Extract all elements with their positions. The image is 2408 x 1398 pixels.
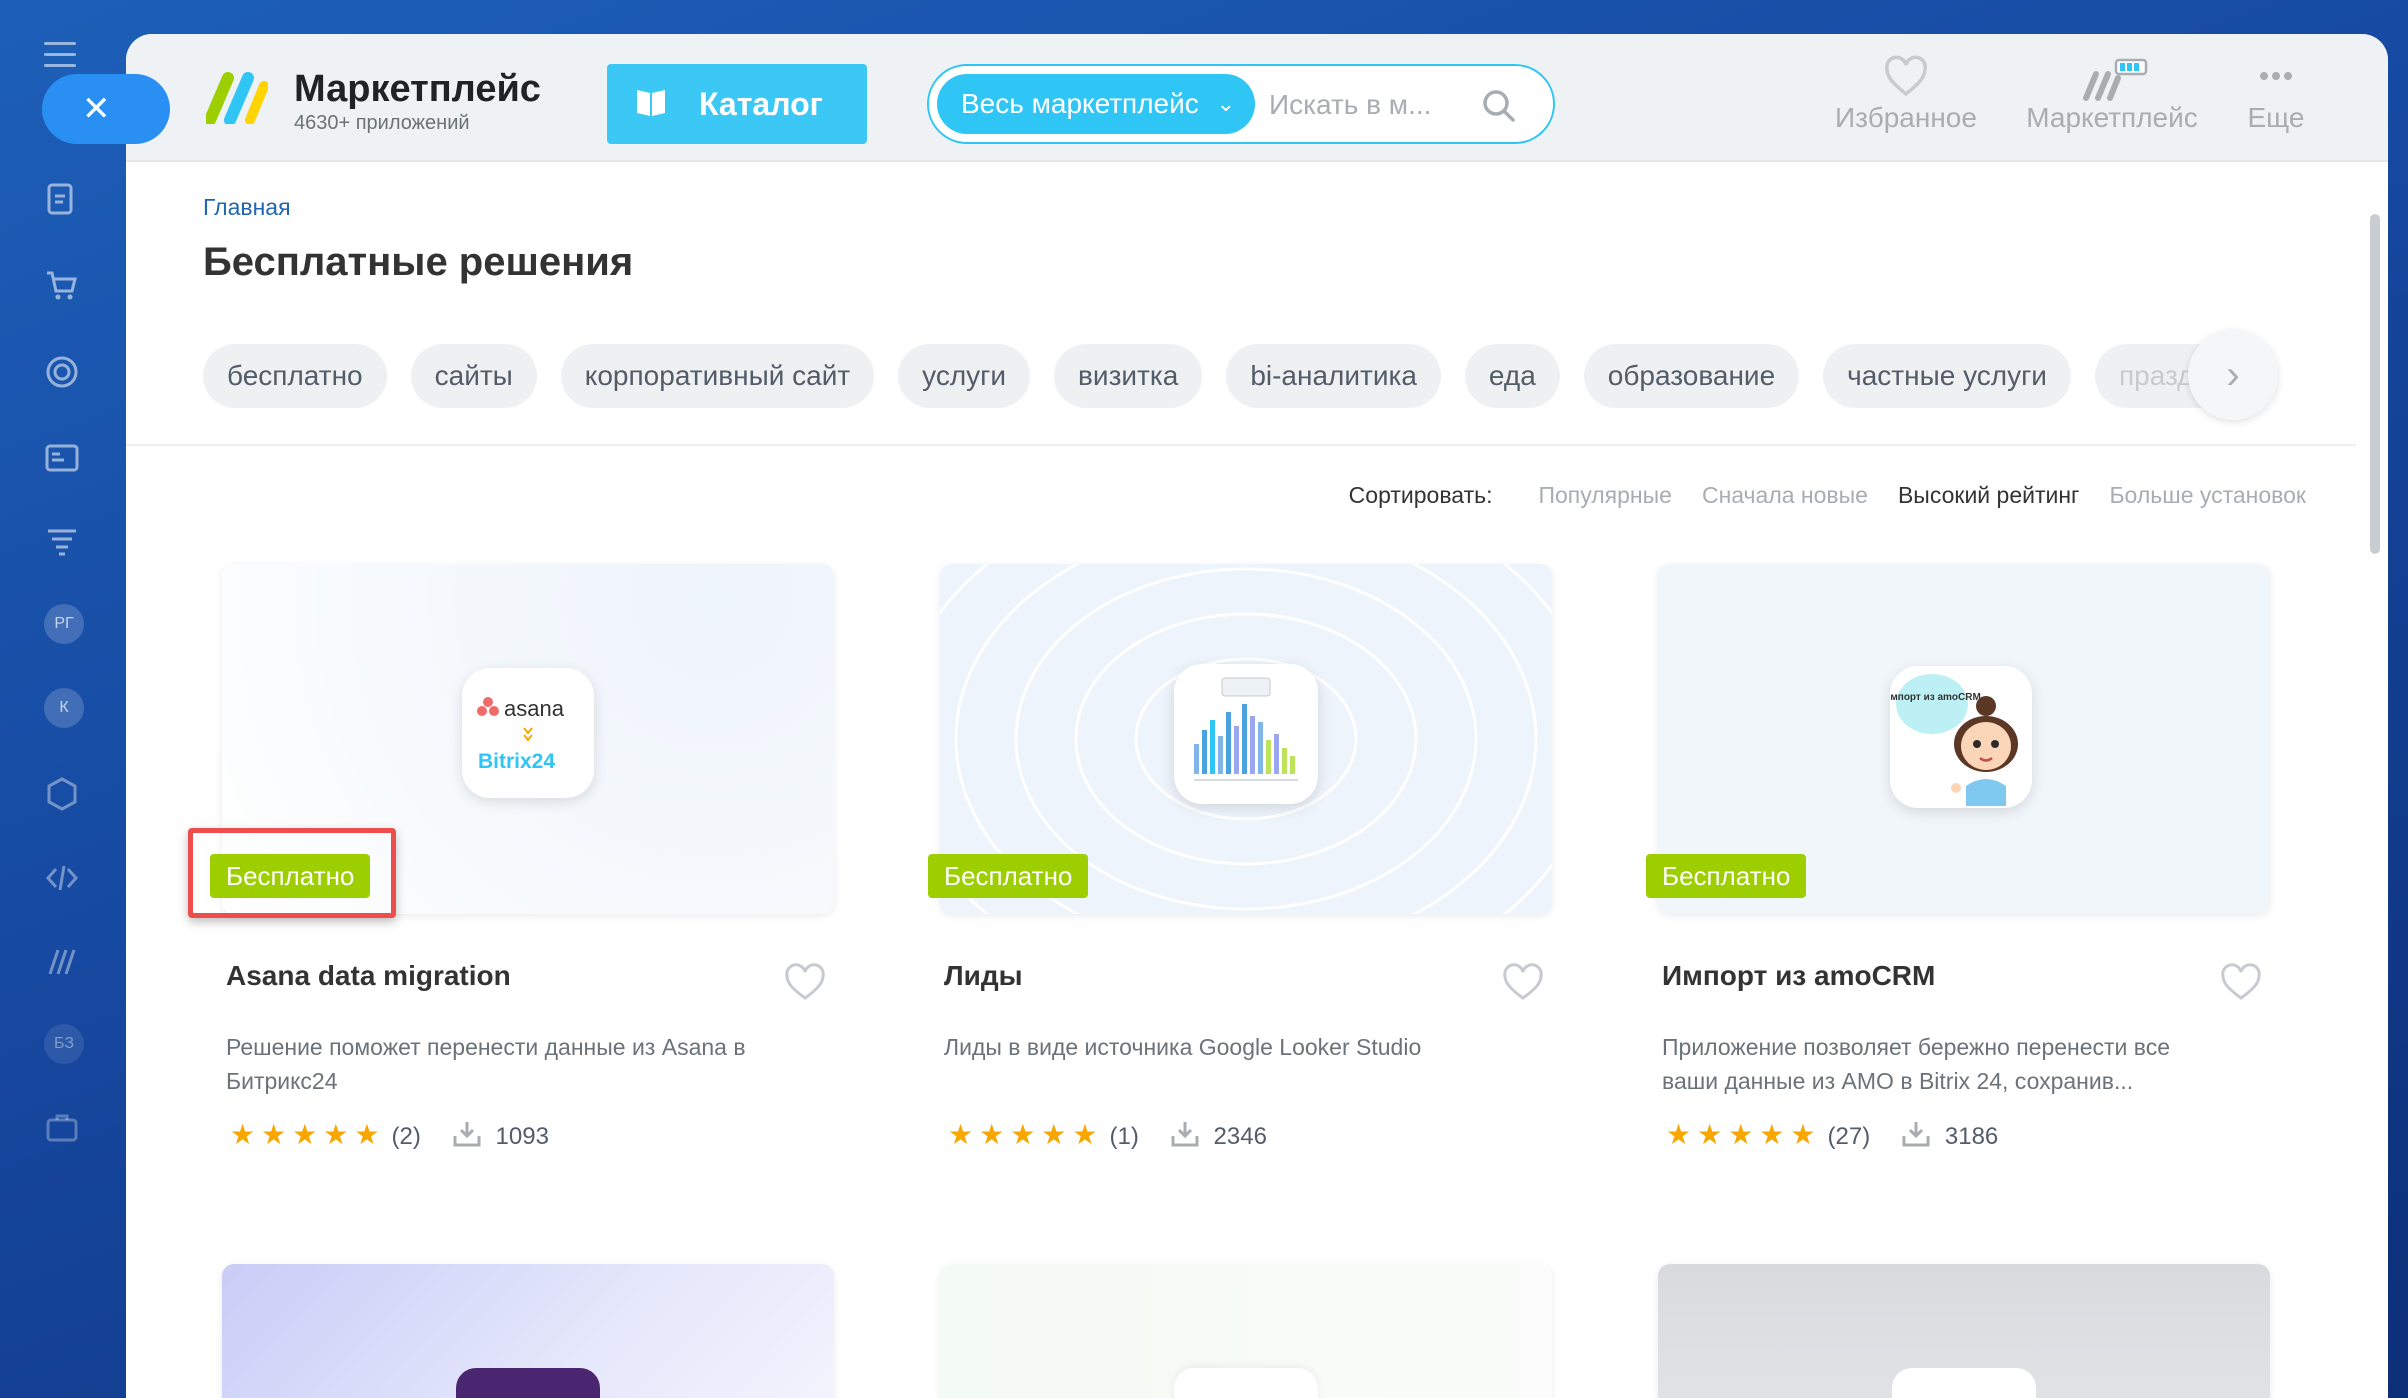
book-icon xyxy=(637,90,665,116)
free-badge: Бесплатно xyxy=(928,854,1089,898)
app-icon xyxy=(1174,1368,1318,1398)
tag-chip[interactable]: визитка xyxy=(1054,344,1203,408)
search-icon[interactable] xyxy=(1479,86,1519,126)
search-bar: Весь маркетплейс ⌄ xyxy=(927,64,1555,144)
app-card-thumbnail[interactable] xyxy=(1658,1264,2270,1398)
avatar-bs[interactable]: БЗ xyxy=(44,1024,84,1064)
heart-icon[interactable] xyxy=(1502,962,1544,1002)
app-icon xyxy=(456,1368,600,1398)
tag-filter-list: бесплатно сайты корпоративный сайт услуги ви… xyxy=(203,344,2283,410)
chevron-down-icon: ⌄ xyxy=(1216,91,1235,116)
bitrix24-wordmark: Bitrix24 xyxy=(478,750,555,773)
app-icon xyxy=(1892,1368,2036,1398)
marketplace-sidebar-icon[interactable] xyxy=(44,944,84,984)
left-sidebar: РГ К БЗ xyxy=(0,0,130,1398)
reviews-count: (27) xyxy=(1827,1123,1871,1150)
menu-icon[interactable] xyxy=(44,42,76,68)
tag-chip[interactable]: сайты xyxy=(410,344,537,408)
contacts-icon[interactable] xyxy=(44,440,84,480)
more-label: Еще xyxy=(2247,102,2305,133)
page-title: Бесплатные решения xyxy=(203,240,634,284)
avatar-k[interactable]: К xyxy=(44,688,84,728)
sort-option-popular[interactable]: Популярные xyxy=(1538,482,1671,508)
app-card-title[interactable]: Лиды xyxy=(944,960,1023,992)
scrollbar[interactable] xyxy=(2370,214,2380,554)
app-card-title[interactable]: Asana data migration xyxy=(226,960,511,992)
app-card-meta: ★★★★★ (27) 3186 xyxy=(1666,1118,1998,1151)
briefcase-icon[interactable] xyxy=(44,1110,84,1150)
marketplace-icon xyxy=(2083,58,2148,101)
tag-chip[interactable]: еда xyxy=(1464,344,1560,408)
highlight-annotation xyxy=(188,828,396,918)
heart-icon[interactable] xyxy=(2220,962,2262,1002)
catalog-button[interactable]: Каталог xyxy=(607,64,867,144)
filter-icon[interactable] xyxy=(44,524,84,564)
download-icon xyxy=(1171,1122,1199,1147)
rating-stars: ★★★★★ xyxy=(948,1119,1104,1150)
marketplace-logo[interactable] xyxy=(206,72,268,124)
divider xyxy=(126,444,2356,446)
cart-icon[interactable] xyxy=(44,268,84,308)
reviews-count: (2) xyxy=(391,1123,421,1150)
app-card-description: Решение поможет перенести данные из Asan… xyxy=(226,1034,746,1094)
app-card-meta: ★★★★★ (1) 2346 xyxy=(948,1118,1267,1151)
sort-option-newest[interactable]: Сначала новые xyxy=(1702,482,1868,508)
marketplace-header: Маркетплейс 4630+ приложений Каталог Вес… xyxy=(126,34,2388,162)
close-slider-button[interactable]: ✕ xyxy=(42,74,170,144)
sort-bar: Сортировать: Популярные Сначала новые Высок… xyxy=(1349,482,2306,509)
installs-count: 2346 xyxy=(1213,1123,1267,1150)
chevron-right-icon: › xyxy=(2226,353,2240,397)
tag-chip[interactable]: услуги xyxy=(898,344,1031,408)
app-card-meta: ★★★★★ (2) 1093 xyxy=(230,1118,549,1151)
target-icon[interactable] xyxy=(44,354,84,394)
download-icon xyxy=(1902,1122,1930,1147)
code-icon[interactable] xyxy=(44,860,84,900)
tag-chip[interactable]: bi-аналитика xyxy=(1226,344,1441,408)
search-scope-dropdown[interactable]: Весь маркетплейс ⌄ xyxy=(937,74,1255,134)
app-card-title[interactable]: Импорт из amoCRM xyxy=(1662,960,1935,992)
asana-app-icon: asana Bitrix24 xyxy=(462,668,594,798)
leads-app-icon xyxy=(1174,664,1318,804)
tag-chip[interactable]: частные услуги xyxy=(1823,344,2071,408)
catalog-button-label: Каталог xyxy=(699,86,823,122)
download-icon xyxy=(453,1122,481,1147)
reviews-count: (1) xyxy=(1109,1123,1139,1150)
sort-option-installs[interactable]: Больше установок xyxy=(2109,482,2306,508)
heart-icon[interactable] xyxy=(784,962,826,1002)
tag-chip[interactable]: образование xyxy=(1583,344,1800,408)
heart-icon xyxy=(1885,55,1927,97)
sort-label: Сортировать: xyxy=(1348,482,1493,508)
app-card-thumbnail[interactable] xyxy=(940,1264,1552,1398)
my-marketplace-button[interactable]: Маркетплейс xyxy=(1992,52,2232,134)
more-icon xyxy=(2260,72,2292,80)
app-card-description: Лиды в виде источника Google Looker Stud… xyxy=(944,1034,1422,1060)
more-button[interactable]: Еще xyxy=(2216,52,2336,134)
tags-scroll-right-button[interactable]: › xyxy=(2188,330,2278,420)
app-card-thumbnail[interactable] xyxy=(222,1264,834,1398)
sort-option-rating[interactable]: Высокий рейтинг xyxy=(1898,482,2079,508)
search-scope-label: Весь маркетплейс xyxy=(961,88,1199,119)
app-card-description: Приложение позволяет бережно перенести в… xyxy=(1662,1034,2171,1094)
tag-chip[interactable]: бесплатно xyxy=(203,344,387,408)
logo-subtitle: 4630+ приложений xyxy=(294,112,470,134)
search-input[interactable] xyxy=(1269,80,1469,130)
asana-wordmark: asana xyxy=(504,696,565,721)
rating-stars: ★★★★★ xyxy=(230,1119,386,1150)
free-badge: Бесплатно xyxy=(1646,854,1807,898)
favorites-label: Избранное xyxy=(1835,102,1977,133)
installs-count: 1093 xyxy=(495,1123,549,1150)
avatar-rg[interactable]: РГ xyxy=(44,604,84,644)
installs-count: 3186 xyxy=(1944,1123,1999,1150)
tag-chip[interactable]: корпоративный сайт xyxy=(560,344,875,408)
amocrm-import-app-icon: Импорт из amoCRM xyxy=(1883,666,2032,808)
breadcrumb-home[interactable]: Главная xyxy=(203,194,291,221)
logo-title[interactable]: Маркетплейс xyxy=(294,68,541,111)
box-icon[interactable] xyxy=(44,776,84,816)
my-marketplace-label: Маркетплейс xyxy=(2026,102,2198,133)
rating-stars: ★★★★★ xyxy=(1666,1119,1822,1150)
marketplace-panel: Маркетплейс 4630+ приложений Каталог Вес… xyxy=(126,34,2388,1398)
amocrm-icon-caption: Импорт из amoCRM xyxy=(1890,692,1981,703)
favorites-button[interactable]: Избранное xyxy=(1806,52,2006,134)
tasks-icon[interactable] xyxy=(44,182,84,222)
